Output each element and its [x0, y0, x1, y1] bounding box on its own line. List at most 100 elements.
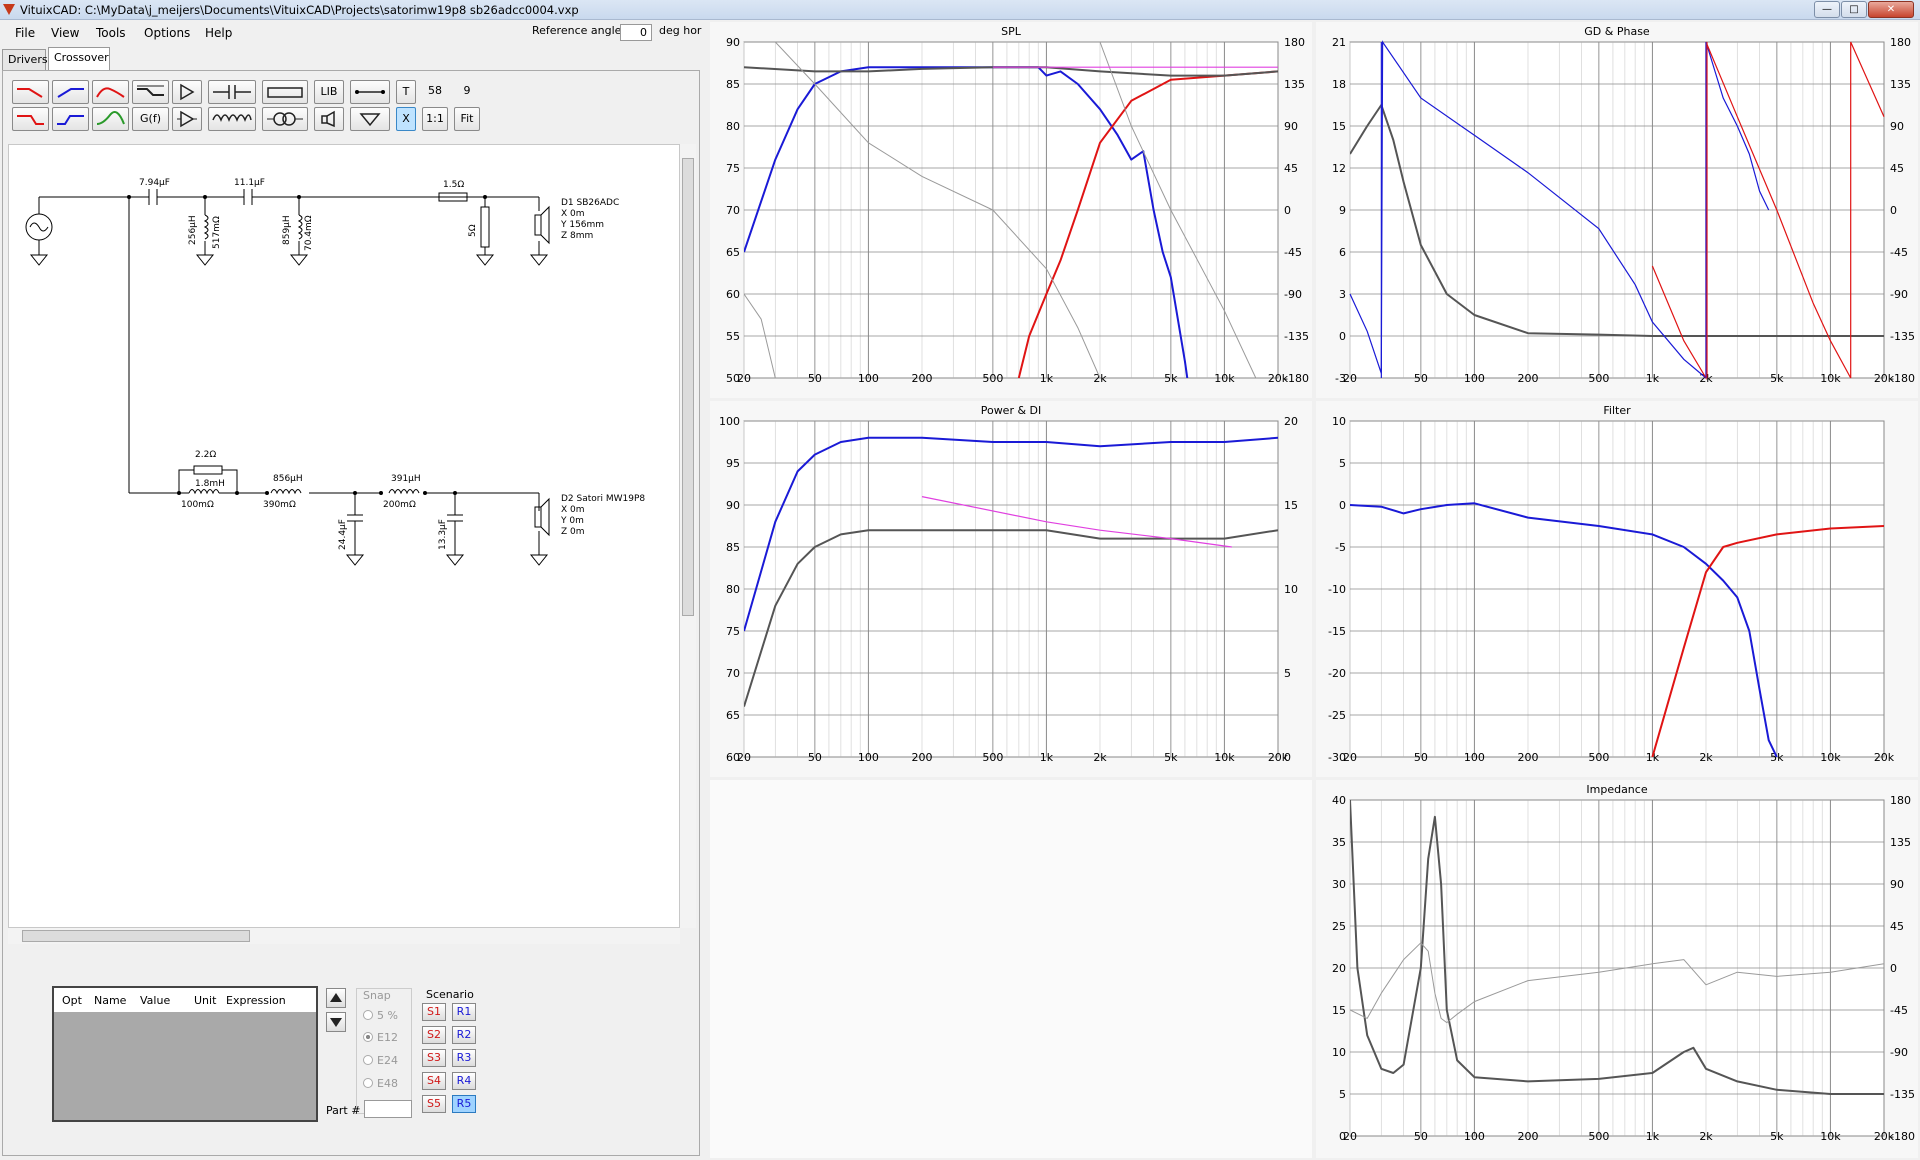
snap-group: Snap 5 % E12 E24 E48 [356, 988, 412, 1114]
wire-button[interactable] [350, 80, 390, 104]
col-value: Value [140, 994, 171, 1007]
scenario-r2-button[interactable]: R2 [452, 1026, 476, 1044]
count-2: 9 [463, 84, 471, 97]
bandpass-green-button[interactable] [92, 107, 129, 131]
scenario-s2-button[interactable]: S2 [422, 1026, 446, 1044]
zoom-1-1-button[interactable]: 1:1 [422, 107, 448, 131]
d2-z: Z 0m [561, 527, 585, 537]
highpass-blue-button[interactable] [52, 80, 89, 104]
text-button[interactable]: T [396, 80, 416, 104]
reference-angle-label: Reference angle [532, 24, 622, 37]
scenario-title: Scenario [426, 988, 474, 1001]
power-di-title: Power & DI [980, 404, 1042, 417]
transformer-button[interactable] [262, 107, 308, 131]
maximize-button[interactable]: □ [1841, 1, 1867, 18]
tab-crossover[interactable]: Crossover [48, 47, 110, 70]
menu-tools[interactable]: Tools [96, 26, 126, 40]
buffer-button[interactable] [172, 80, 202, 104]
menu-help[interactable]: Help [205, 26, 232, 40]
tab-drivers[interactable]: Drivers [2, 49, 48, 70]
snap-e12[interactable]: E12 [363, 1031, 398, 1044]
c3-label: 24.4µF [338, 519, 348, 550]
scenario-s3-button[interactable]: S3 [422, 1049, 446, 1067]
c4-label: 13.3µF [438, 519, 448, 550]
resistor-button[interactable] [262, 80, 308, 104]
title-bar: VituixCAD: C:\MyData\j_meijers\Documents… [0, 0, 1920, 20]
d2-name: D2 Satori MW19P8 [561, 494, 645, 504]
col-name: Name [94, 994, 127, 1007]
highpass-blue-2-button[interactable] [52, 107, 89, 131]
l3-inductance: 1.8mH [195, 479, 225, 489]
d2-y: Y 0m [560, 516, 584, 526]
scenario-s1-button[interactable]: S1 [422, 1003, 446, 1021]
schematic-vertical-scrollbar[interactable] [680, 144, 696, 928]
reference-angle-input[interactable]: 0 [620, 24, 652, 41]
menu-file[interactable]: File [15, 26, 35, 40]
parameter-table-header: Opt Name Value Unit Expression [54, 988, 316, 1012]
c2-label: 11.1µF [234, 178, 265, 188]
part-number-input[interactable] [364, 1100, 412, 1118]
l2-resistance: 70.4mΩ [304, 215, 314, 251]
gd-title: GD & Phase [1584, 25, 1650, 38]
l2-inductance: 859µH [282, 215, 292, 245]
scenario-s5-button[interactable]: S5 [422, 1095, 446, 1113]
library-button[interactable]: LIB [314, 80, 344, 104]
menu-view[interactable]: View [51, 26, 79, 40]
schematic-canvas[interactable]: 7.94µF 11.1µF 1.5Ω 256µH 517mΩ 859µH 70.… [8, 144, 680, 928]
r2-label: 5Ω [468, 224, 478, 237]
l5-inductance: 391µH [391, 474, 421, 484]
scenario-r5-button[interactable]: R5 [452, 1095, 476, 1113]
d1-z: Z 8mm [561, 231, 593, 241]
move-up-button[interactable] [326, 988, 346, 1008]
close-button[interactable]: ✕ [1868, 1, 1914, 18]
l4-inductance: 856µH [273, 474, 303, 484]
scenario-r1-button[interactable]: R1 [452, 1003, 476, 1021]
schematic-horizontal-scrollbar[interactable] [8, 928, 680, 944]
r1-label: 1.5Ω [443, 180, 464, 190]
scenario-s4-button[interactable]: S4 [422, 1072, 446, 1090]
gd-pane [1316, 22, 1918, 398]
scenario-r3-button[interactable]: R3 [452, 1049, 476, 1067]
horizontal-scroll-thumb[interactable] [22, 930, 250, 942]
x-toggle-button[interactable]: X [396, 107, 416, 131]
l1-resistance: 517mΩ [212, 216, 222, 249]
col-unit: Unit [194, 994, 217, 1007]
radio-icon [363, 1078, 373, 1088]
lowpass-red-2-button[interactable] [12, 107, 49, 131]
menu-options[interactable]: Options [144, 26, 190, 40]
opamp-button[interactable] [172, 107, 202, 131]
scenario-r4-button[interactable]: R4 [452, 1072, 476, 1090]
bandpass-red-button[interactable] [92, 80, 129, 104]
count-1: 58 [428, 84, 442, 97]
impedance-title: Impedance [1586, 783, 1648, 796]
vertical-scroll-thumb[interactable] [682, 158, 694, 616]
minimize-button[interactable]: — [1814, 1, 1840, 18]
driver-button[interactable] [314, 107, 344, 131]
zoom-fit-button[interactable]: Fit [454, 107, 480, 131]
radio-icon [363, 1010, 373, 1020]
gf-button[interactable]: G(f) [132, 107, 169, 131]
col-opt: Opt [62, 994, 82, 1007]
snap-5-percent[interactable]: 5 % [363, 1009, 398, 1022]
l4-resistance: 390mΩ [263, 500, 296, 510]
l5-resistance: 200mΩ [383, 500, 416, 510]
radio-selected-icon [363, 1032, 373, 1042]
lowpass-red-button[interactable] [12, 80, 49, 104]
capacitor-button[interactable] [208, 80, 256, 104]
app-icon [3, 4, 15, 15]
parameter-table[interactable]: Opt Name Value Unit Expression [52, 986, 318, 1122]
snap-title: Snap [363, 989, 391, 1002]
snap-e48[interactable]: E48 [363, 1077, 398, 1090]
snap-e24[interactable]: E24 [363, 1054, 398, 1067]
ground-button[interactable] [350, 107, 390, 131]
l1-inductance: 256µH [188, 215, 198, 245]
col-expression: Expression [226, 994, 286, 1007]
inductor-button[interactable] [208, 107, 256, 131]
r3-label: 2.2Ω [195, 450, 216, 460]
move-down-button[interactable] [326, 1012, 346, 1032]
d1-y: Y 156mm [560, 220, 604, 230]
shelf-button[interactable] [132, 80, 169, 104]
c1-label: 7.94µF [139, 178, 170, 188]
spl-title: SPL [1001, 25, 1021, 38]
power-di-pane [710, 401, 1312, 777]
